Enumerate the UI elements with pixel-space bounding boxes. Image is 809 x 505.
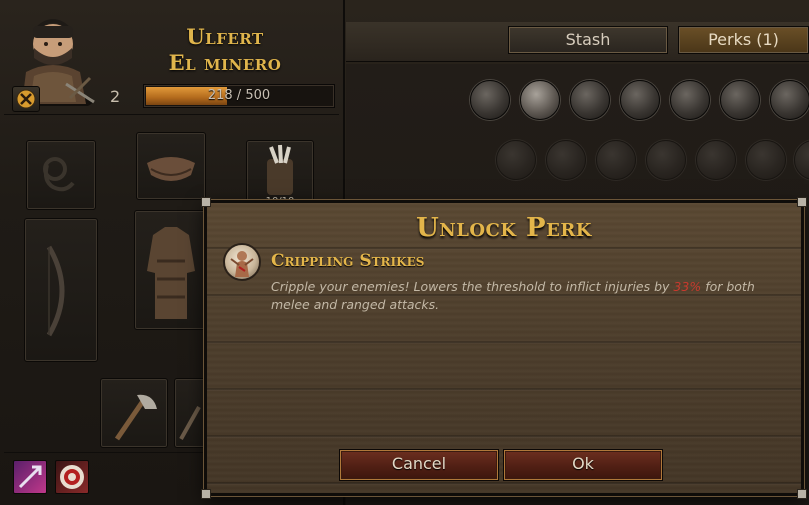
dialog-corner: [797, 489, 807, 499]
target-icon: [60, 465, 84, 489]
xp-bar: 218 / 500: [143, 84, 335, 108]
perk-icon[interactable]: [470, 80, 510, 120]
tab-perks[interactable]: Perks (1): [678, 26, 809, 54]
tab-bar: Stash Perks (1): [346, 22, 809, 62]
perk-icon[interactable]: [720, 80, 760, 120]
perk-icon[interactable]: [570, 80, 610, 120]
perk-icon[interactable]: [496, 140, 536, 180]
character-name-line1: Ulfert: [186, 24, 264, 49]
perk-icon[interactable]: [546, 140, 586, 180]
hood-icon: [147, 157, 195, 181]
panel-divider: [4, 114, 339, 115]
status-effect-2[interactable]: [55, 460, 89, 494]
perk-icon[interactable]: [770, 80, 809, 120]
tab-stash[interactable]: Stash: [508, 26, 668, 54]
unlock-perk-dialog: Unlock Perk Crippling Strikes Cripple yo…: [201, 197, 807, 499]
body-slot[interactable]: [134, 210, 208, 330]
perk-icon[interactable]: [646, 140, 686, 180]
dialog-corner: [797, 197, 807, 207]
perk-portrait-icon: [223, 243, 261, 281]
arrow-strike-icon: [18, 465, 42, 489]
crossed-swords-icon: [16, 89, 36, 109]
accessory-slot[interactable]: [26, 140, 96, 210]
weapon-icon: [179, 406, 201, 440]
perk-description-text: Cripple your enemies! Lowers the thresho…: [271, 279, 674, 294]
bow-icon: [46, 245, 65, 337]
perk-icon[interactable]: [696, 140, 736, 180]
dialog-corner: [201, 489, 211, 499]
dialog-title: Unlock Perk: [416, 213, 592, 243]
game-screen: 2 Ulfert El minero 218 / 500 Stash Perks…: [0, 0, 809, 505]
axe-icon: [114, 394, 157, 441]
bag-slot-2[interactable]: [174, 378, 206, 448]
dialog-corner: [201, 197, 211, 207]
perk-icon[interactable]: [596, 140, 636, 180]
perk-icon[interactable]: [620, 80, 660, 120]
bag-slot-1[interactable]: [100, 378, 168, 448]
ring-icon: [43, 157, 75, 192]
level-number: 2: [110, 87, 121, 106]
perk-description-value: 33%: [673, 279, 702, 294]
cancel-button[interactable]: Cancel: [339, 449, 499, 481]
perk-icon[interactable]: [670, 80, 710, 120]
leather-armor-icon: [147, 227, 195, 319]
perk-icon[interactable]: [746, 140, 786, 180]
perk-name: Crippling Strikes: [271, 251, 425, 271]
perk-icon[interactable]: [794, 140, 809, 180]
xp-text: 218 / 500: [207, 88, 271, 103]
head-slot[interactable]: [136, 132, 206, 200]
character-name: Ulfert El minero: [130, 24, 320, 76]
quiver-icon: [267, 144, 293, 195]
status-effect-1[interactable]: [13, 460, 47, 494]
level-up-badge[interactable]: [12, 86, 40, 112]
character-name-line2: El minero: [168, 50, 282, 75]
mainhand-slot[interactable]: [24, 218, 98, 362]
perk-description: Cripple your enemies! Lowers the thresho…: [271, 278, 781, 314]
perk-crippling-strikes-icon[interactable]: [520, 80, 560, 120]
ok-button[interactable]: Ok: [503, 449, 663, 481]
